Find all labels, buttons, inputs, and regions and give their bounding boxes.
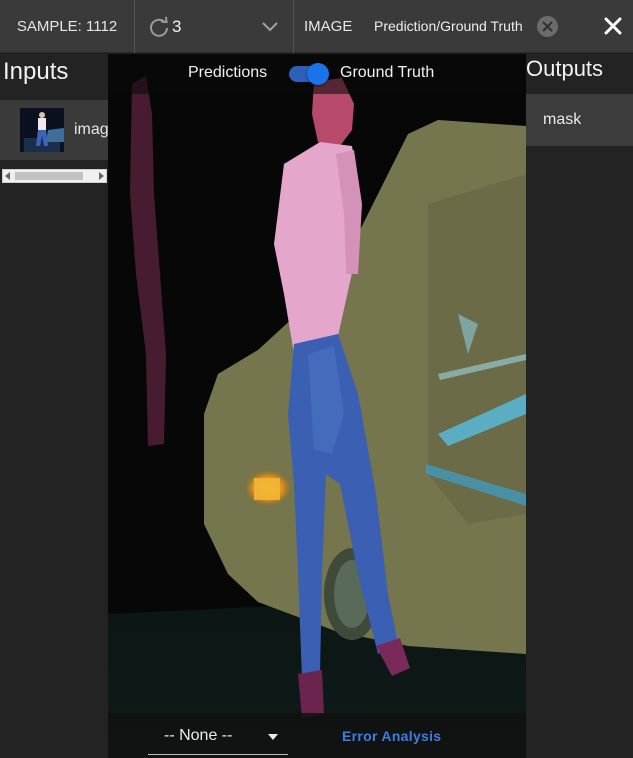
input-item-image[interactable]: image xyxy=(0,100,108,160)
scroll-left-icon[interactable] xyxy=(5,172,10,180)
overlay-select-value: -- None -- xyxy=(164,727,233,744)
ground-truth-label[interactable]: Ground Truth xyxy=(340,54,434,92)
scroll-right-icon[interactable] xyxy=(99,172,104,180)
image-label: IMAGE xyxy=(304,18,353,35)
output-item-mask[interactable]: mask xyxy=(526,94,633,146)
viewer-bottom-bar: -- None -- Error Analysis xyxy=(108,713,526,758)
input-thumbnail xyxy=(20,108,64,152)
overlay-select[interactable]: -- None -- xyxy=(148,717,288,755)
circle-x-icon[interactable] xyxy=(537,16,558,37)
chevron-down-icon[interactable] xyxy=(262,22,278,32)
outputs-title: Outputs xyxy=(526,56,604,81)
input-item-label: image xyxy=(74,121,108,138)
predictions-ground-truth-toggle[interactable] xyxy=(289,63,329,85)
inputs-title: Inputs xyxy=(3,58,69,85)
epoch-selector[interactable]: 3 xyxy=(136,0,294,53)
close-icon[interactable] xyxy=(604,17,622,35)
image-viewer: Predictions Ground Truth -- None -- Erro… xyxy=(108,54,526,758)
sample-indicator: SAMPLE: 1112 xyxy=(0,0,135,53)
inputs-panel: Inputs image xyxy=(0,54,108,758)
caret-down-icon xyxy=(268,734,278,740)
predictions-label[interactable]: Predictions xyxy=(188,54,267,92)
top-bar: SAMPLE: 1112 3 IMAGE Prediction/Ground T… xyxy=(0,0,633,53)
view-chip[interactable]: Prediction/Ground Truth xyxy=(374,0,523,53)
scrollbar-thumb[interactable] xyxy=(15,172,83,180)
segmentation-overlay-image xyxy=(108,54,526,758)
mask-toggle-bar: Predictions Ground Truth xyxy=(108,54,526,94)
image-view-selector: IMAGE Prediction/Ground Truth xyxy=(295,0,633,53)
outputs-panel: Outputs mask xyxy=(526,54,633,758)
toggle-knob[interactable] xyxy=(307,63,329,85)
output-item-label: mask xyxy=(543,111,582,128)
error-analysis-button[interactable]: Error Analysis xyxy=(334,721,449,751)
horizontal-scrollbar[interactable] xyxy=(2,169,107,183)
refresh-icon xyxy=(150,16,168,37)
epoch-value: 3 xyxy=(172,17,182,36)
